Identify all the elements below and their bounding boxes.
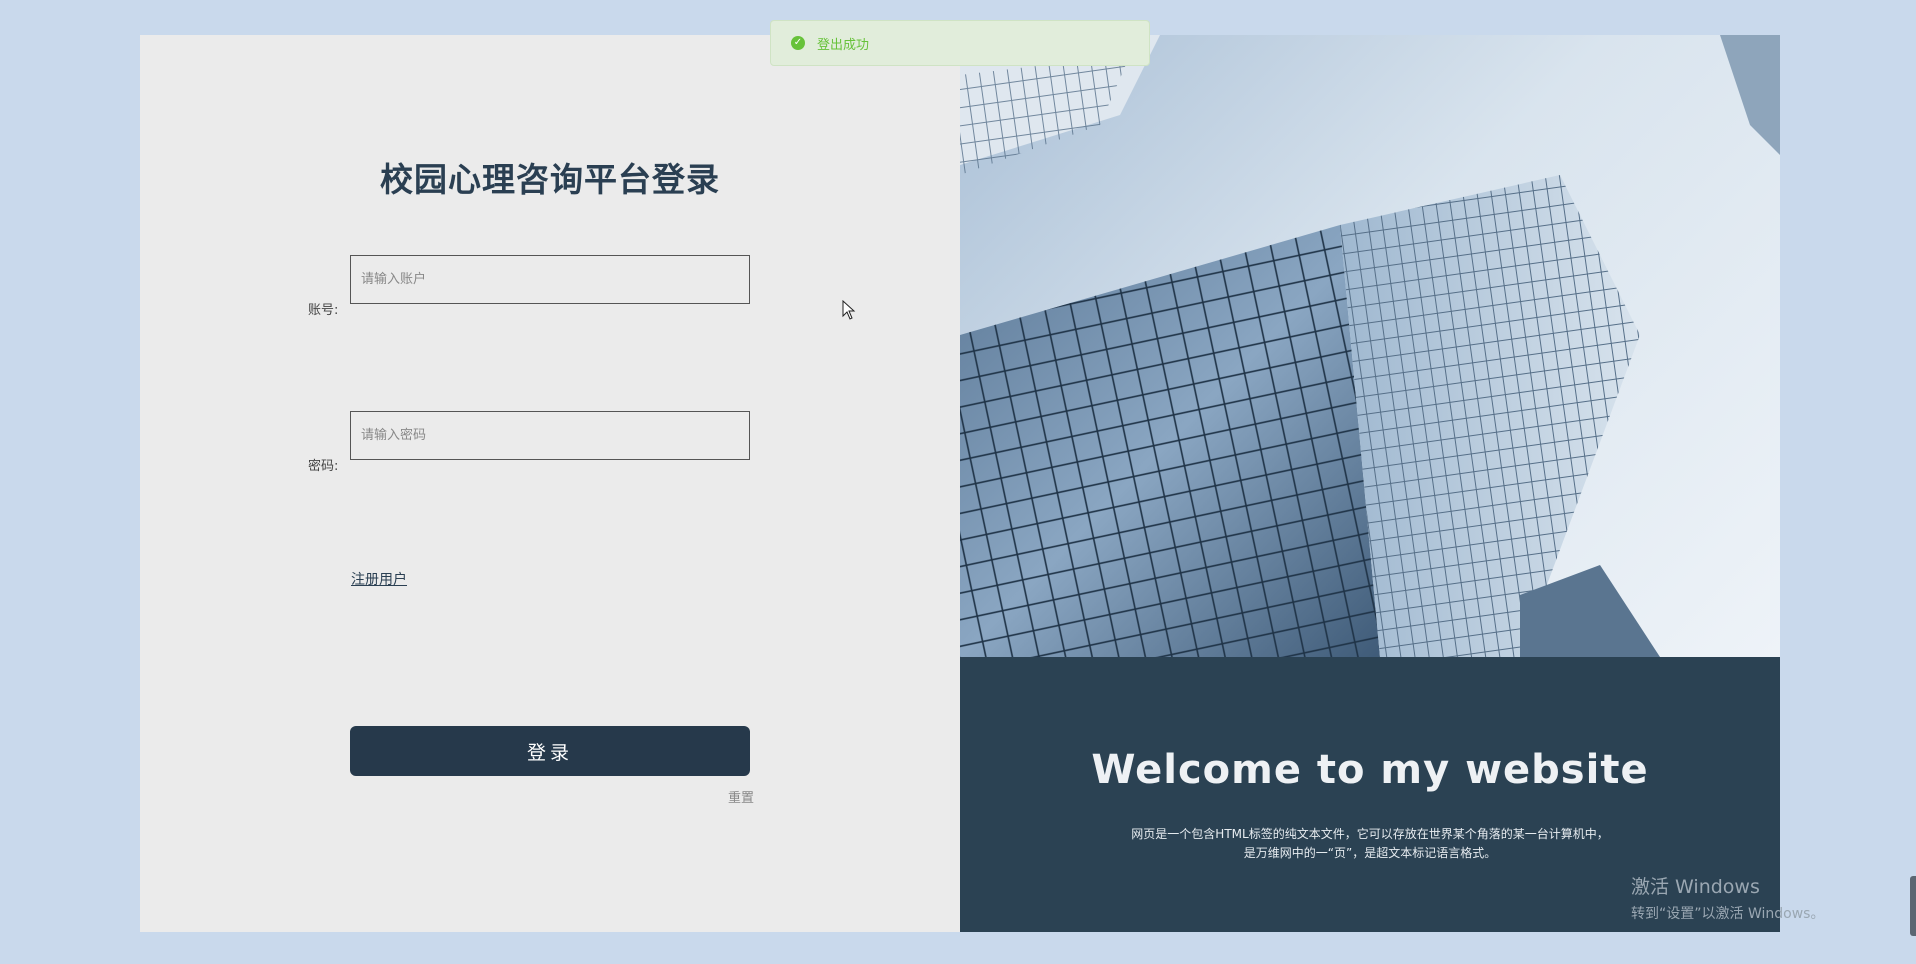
welcome-desc-line-2: 是万维网中的一“页”，是超文本标记语言格式。 xyxy=(1243,846,1497,860)
watermark-title: 激活 Windows xyxy=(1631,876,1760,898)
reset-link[interactable]: 重置 xyxy=(728,787,754,806)
welcome-desc-line-1: 网页是一个包含HTML标签的纯文本文件，它可以存放在世界某个角落的某一台计算机中… xyxy=(1131,827,1609,841)
watermark-subtitle: 转到“设置”以激活 Windows。 xyxy=(1631,906,1825,922)
login-panel: 校园心理咨询平台登录 账号: 密码: 注册用户 登录 重置 xyxy=(140,35,960,932)
password-label: 密码: xyxy=(308,459,339,474)
mouse-cursor-icon xyxy=(842,300,856,320)
skyscraper-illustration xyxy=(960,35,1780,657)
windows-activation-watermark: 激活 Windows 转到“设置”以激活 Windows。 xyxy=(1631,872,1824,923)
hero-panel: Welcome to my website 网页是一个包含HTML标签的纯文本文… xyxy=(960,35,1780,932)
screen-edge-tab[interactable] xyxy=(1910,876,1916,936)
toast-message: 登出成功 xyxy=(817,37,870,53)
account-label: 账号: xyxy=(308,303,339,318)
account-input[interactable] xyxy=(350,255,750,304)
logout-success-toast: ✓ 登出成功 xyxy=(770,20,1150,66)
welcome-title: Welcome to my website xyxy=(1091,747,1649,793)
page-title: 校园心理咨询平台登录 xyxy=(380,160,720,199)
welcome-description: 网页是一个包含HTML标签的纯文本文件，它可以存放在世界某个角落的某一台计算机中… xyxy=(1080,825,1660,863)
login-frame: 校园心理咨询平台登录 账号: 密码: 注册用户 登录 重置 xyxy=(140,35,1780,932)
password-input[interactable] xyxy=(350,411,750,460)
register-link[interactable]: 注册用户 xyxy=(351,569,407,589)
login-button[interactable]: 登录 xyxy=(350,726,750,776)
check-circle-icon: ✓ xyxy=(791,36,805,50)
building-image xyxy=(960,35,1780,657)
